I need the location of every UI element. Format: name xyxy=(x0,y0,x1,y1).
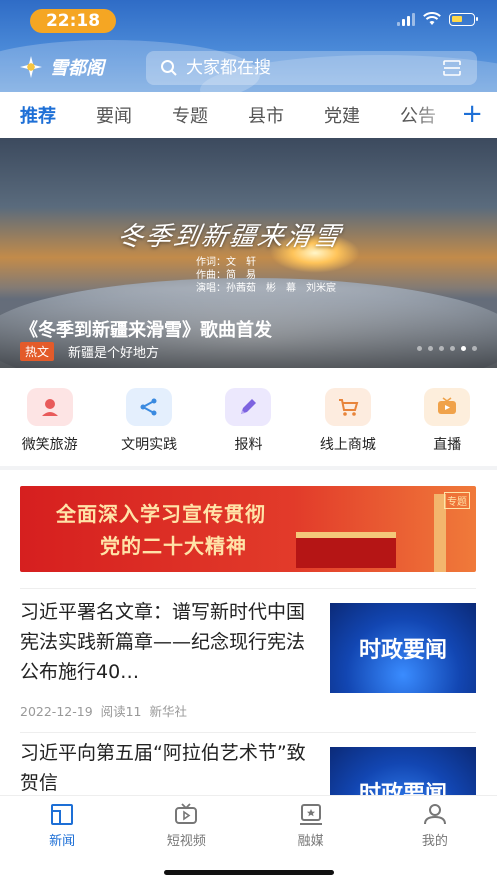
status-icons xyxy=(397,12,478,26)
tabs-fade xyxy=(411,92,461,138)
tab-topics[interactable]: 专题 xyxy=(152,102,228,128)
tab-party[interactable]: 党建 xyxy=(304,102,380,128)
news-item[interactable]: 习近平署名文章：谱写新时代中国宪法实践新篇章——纪念现行宪法公布施行40… 20… xyxy=(20,597,476,719)
quick-link-civilization[interactable]: 文明实践 xyxy=(104,388,194,454)
battery-icon xyxy=(449,12,478,26)
quick-links: 微笑旅游 文明实践 报料 线上商城 直播 xyxy=(0,368,497,466)
tv-icon xyxy=(424,388,471,426)
news-meta: 2022-12-19 阅读11 新华社 xyxy=(20,701,187,720)
quick-link-live[interactable]: 直播 xyxy=(402,388,492,454)
quick-link-label: 直播 xyxy=(433,437,462,453)
search-bar[interactable] xyxy=(146,51,477,85)
quick-link-mall[interactable]: 线上商城 xyxy=(303,388,393,454)
carousel-dot[interactable] xyxy=(428,346,433,351)
quick-link-label: 文明实践 xyxy=(121,437,178,453)
banner-carousel[interactable]: 冬季到新疆来滑雪 作词：文 轩 作曲：简 易 演唱：孙茜茹 彬 幕 刘米宸 《冬… xyxy=(0,138,497,368)
topic-badge: 专题 xyxy=(444,492,470,509)
tiananmen-illustration xyxy=(296,532,396,568)
status-time: 22:18 xyxy=(30,9,116,33)
hot-tag-badge: 热文 xyxy=(20,342,55,361)
news-item[interactable]: 习近平向第五届“阿拉伯艺术节”致贺信 时政要闻 xyxy=(20,738,476,800)
nav-label: 我的 xyxy=(421,834,448,849)
carousel-dot[interactable] xyxy=(439,346,444,351)
news-title: 习近平署名文章：谱写新时代中国宪法实践新篇章——纪念现行宪法公布施行40… xyxy=(20,601,306,683)
signal-icon xyxy=(397,12,415,26)
nav-label: 新闻 xyxy=(49,834,76,849)
promo-banner[interactable]: 全面深入学习宣传贯彻 党的二十大精神 专题 xyxy=(20,486,476,572)
quick-link-label: 报料 xyxy=(234,437,263,453)
news-feed: 全面深入学习宣传贯彻 党的二十大精神 专题 习近平署名文章：谱写新时代中国宪法实… xyxy=(0,470,497,800)
video-icon xyxy=(175,803,198,824)
pencil-icon xyxy=(225,388,272,426)
thumbnail-text: 时政要闻 xyxy=(358,637,447,663)
news-reads: 阅读11 xyxy=(100,704,142,719)
divider xyxy=(20,588,476,589)
quick-link-label: 线上商城 xyxy=(319,437,376,453)
news-thumbnail: 时政要闻 xyxy=(330,603,476,693)
banner-title[interactable]: 《冬季到新疆来滑雪》歌曲首发 xyxy=(20,316,272,342)
channel-tabs: 推荐 要闻 专题 县市 党建 公告 + xyxy=(0,92,497,138)
nav-label: 融媒 xyxy=(297,834,324,849)
divider xyxy=(20,732,476,733)
quick-link-report[interactable]: 报料 xyxy=(203,388,293,454)
promo-line2: 党的二十大精神 xyxy=(100,534,247,558)
banner-subtitle: 新疆是个好地方 xyxy=(68,346,160,361)
app-logo: 雪都阁 xyxy=(18,54,104,80)
tab-headlines[interactable]: 要闻 xyxy=(76,102,152,128)
news-thumbnail: 时政要闻 xyxy=(330,747,476,800)
news-date: 2022-12-19 xyxy=(20,704,93,719)
carousel-dot[interactable] xyxy=(472,346,477,351)
add-channel-icon[interactable]: + xyxy=(461,100,483,128)
news-icon xyxy=(51,804,74,825)
scan-icon[interactable] xyxy=(443,60,461,76)
search-icon xyxy=(161,60,177,76)
carousel-dots xyxy=(417,346,477,351)
smile-travel-icon xyxy=(26,388,73,426)
credit-lyrics: 作词：文 轩 xyxy=(196,257,256,268)
nav-label: 短视频 xyxy=(166,834,206,849)
cart-icon xyxy=(324,388,371,426)
wifi-icon xyxy=(423,12,441,25)
snowflake-logo-icon xyxy=(20,56,42,78)
banner-art-title: 冬季到新疆来滑雪 xyxy=(114,222,345,252)
news-source: 新华社 xyxy=(149,704,187,719)
nav-profile[interactable]: 我的 xyxy=(373,796,497,884)
app-header: 22:18 雪都阁 xyxy=(0,0,497,92)
profile-icon xyxy=(423,804,446,825)
share-icon xyxy=(126,388,173,426)
tab-counties[interactable]: 县市 xyxy=(228,102,304,128)
carousel-dot[interactable] xyxy=(450,346,455,351)
home-indicator xyxy=(164,870,334,875)
carousel-dot[interactable] xyxy=(417,346,422,351)
media-icon xyxy=(299,804,322,825)
carousel-dot[interactable] xyxy=(461,346,466,351)
logo-text: 雪都阁 xyxy=(50,58,104,79)
search-input[interactable] xyxy=(184,57,418,79)
tab-recommend[interactable]: 推荐 xyxy=(0,102,76,128)
credit-music: 作曲：简 易 xyxy=(196,270,256,281)
nav-news[interactable]: 新闻 xyxy=(0,796,124,884)
news-title: 习近平向第五届“阿拉伯艺术节”致贺信 xyxy=(20,742,306,794)
promo-line1: 全面深入学习宣传贯彻 xyxy=(56,502,266,526)
quick-link-travel[interactable]: 微笑旅游 xyxy=(5,388,95,454)
quick-link-label: 微笑旅游 xyxy=(21,437,78,453)
